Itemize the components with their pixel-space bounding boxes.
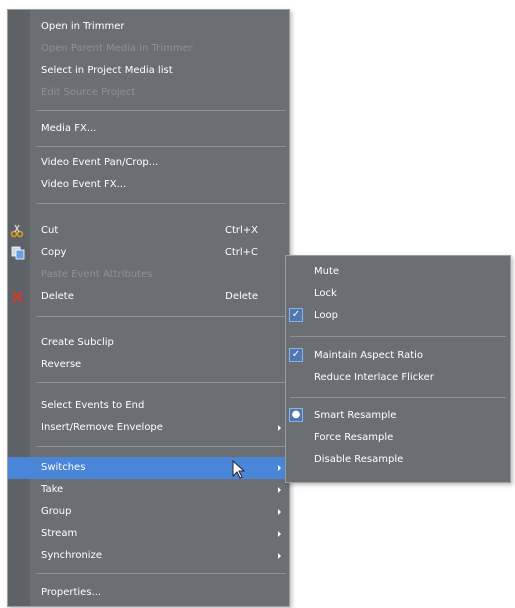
- submenu-arrow-icon: [278, 465, 281, 471]
- menu-separator: [36, 316, 286, 317]
- menu-item-select-in-project-media[interactable]: Select in Project Media list: [8, 60, 289, 82]
- menu-item-switches[interactable]: Switches: [8, 457, 289, 479]
- menu-item-label: Insert/Remove Envelope: [41, 422, 163, 433]
- menu-item-cut[interactable]: Cut Ctrl+X: [8, 220, 289, 242]
- menu-item-label: Delete: [41, 291, 74, 302]
- menu-item-label: Open Parent Media in Trimmer: [41, 43, 193, 54]
- menu-item-copy[interactable]: Copy Ctrl+C: [8, 242, 289, 264]
- delete-x-icon: [12, 291, 23, 303]
- menu-item-select-events-to-end[interactable]: Select Events to End: [8, 395, 289, 417]
- submenu-arrow-icon: [278, 425, 281, 431]
- context-menu: Open in Trimmer Open Parent Media in Tri…: [7, 9, 290, 607]
- checkmark-icon: ✓: [289, 348, 303, 362]
- menu-item-label: Video Event FX...: [41, 179, 127, 190]
- menu-separator: [36, 110, 286, 111]
- menu-item-paste-event-attributes: Paste Event Attributes: [8, 264, 289, 286]
- submenu-item-loop[interactable]: ✓ Loop: [286, 305, 510, 327]
- shortcut-label: Ctrl+X: [224, 225, 258, 236]
- menu-item-video-event-pan-crop[interactable]: Video Event Pan/Crop...: [8, 152, 289, 174]
- menu-item-label: Select in Project Media list: [41, 65, 173, 76]
- submenu-item-smart-resample[interactable]: ● Smart Resample: [286, 405, 510, 427]
- menu-item-label: Synchronize: [41, 550, 102, 561]
- menu-item-label: Open in Trimmer: [41, 21, 125, 32]
- submenu-arrow-icon: [278, 509, 281, 515]
- submenu-item-disable-resample[interactable]: Disable Resample: [286, 449, 510, 471]
- menu-item-label: Lock: [314, 288, 337, 299]
- mouse-cursor-icon: [232, 460, 246, 479]
- shortcut-label: Ctrl+C: [224, 247, 258, 258]
- submenu-item-reduce-interlace-flicker[interactable]: Reduce Interlace Flicker: [286, 367, 510, 389]
- menu-item-edit-source-project: Edit Source Project: [8, 82, 289, 104]
- menu-item-label: Disable Resample: [314, 454, 404, 465]
- menu-item-label: Stream: [41, 528, 78, 539]
- shortcut-label: Delete: [225, 291, 258, 302]
- menu-item-properties[interactable]: Properties...: [8, 582, 289, 604]
- menu-item-open-parent-media: Open Parent Media in Trimmer: [8, 38, 289, 60]
- menu-item-label: Reduce Interlace Flicker: [314, 372, 434, 383]
- menu-separator: [36, 203, 286, 204]
- menu-item-label: Media FX...: [41, 123, 97, 134]
- switches-submenu: Mute Lock ✓ Loop ✓ Maintain Aspect Ratio…: [285, 255, 511, 483]
- menu-item-label: Mute: [314, 266, 340, 277]
- menu-item-label: Properties...: [41, 587, 102, 598]
- radio-dot-icon: ●: [289, 408, 303, 422]
- menu-item-label: Reverse: [41, 359, 82, 370]
- menu-separator: [36, 146, 286, 147]
- menu-item-reverse[interactable]: Reverse: [8, 354, 289, 376]
- submenu-arrow-icon: [278, 531, 281, 537]
- menu-item-label: Create Subclip: [41, 337, 114, 348]
- submenu-item-force-resample[interactable]: Force Resample: [286, 427, 510, 449]
- menu-item-label: Paste Event Attributes: [41, 269, 153, 280]
- checkmark-icon: ✓: [289, 308, 303, 322]
- menu-item-synchronize[interactable]: Synchronize: [8, 545, 289, 567]
- submenu-arrow-icon: [278, 553, 281, 559]
- menu-item-create-subclip[interactable]: Create Subclip: [8, 332, 289, 354]
- menu-separator: [36, 382, 286, 383]
- menu-item-media-fx[interactable]: Media FX...: [8, 118, 289, 140]
- menu-item-group[interactable]: Group: [8, 501, 289, 523]
- menu-item-label: Video Event Pan/Crop...: [41, 157, 159, 168]
- menu-item-label: Loop: [314, 310, 338, 321]
- submenu-item-mute[interactable]: Mute: [286, 261, 510, 283]
- submenu-arrow-icon: [278, 487, 281, 493]
- menu-item-label: Edit Source Project: [41, 87, 136, 98]
- submenu-item-maintain-aspect-ratio[interactable]: ✓ Maintain Aspect Ratio: [286, 345, 510, 367]
- menu-item-label: Group: [41, 506, 72, 517]
- scissors-icon: [10, 224, 24, 238]
- menu-item-take[interactable]: Take: [8, 479, 289, 501]
- menu-separator: [36, 446, 286, 447]
- menu-item-stream[interactable]: Stream: [8, 523, 289, 545]
- menu-item-label: Copy: [41, 247, 67, 258]
- menu-item-insert-remove-envelope[interactable]: Insert/Remove Envelope: [8, 417, 289, 439]
- menu-item-delete[interactable]: Delete Delete: [8, 286, 289, 308]
- menu-item-label: Force Resample: [314, 432, 394, 443]
- submenu-item-lock[interactable]: Lock: [286, 283, 510, 305]
- menu-separator: [290, 336, 506, 337]
- copy-icon: [11, 246, 25, 260]
- menu-item-label: Switches: [41, 462, 86, 473]
- menu-item-label: Smart Resample: [314, 410, 397, 421]
- menu-item-open-in-trimmer[interactable]: Open in Trimmer: [8, 16, 289, 38]
- menu-item-label: Select Events to End: [41, 400, 145, 411]
- menu-separator: [36, 573, 286, 574]
- menu-separator: [290, 397, 506, 398]
- menu-item-label: Maintain Aspect Ratio: [314, 350, 424, 361]
- menu-item-label: Take: [41, 484, 64, 495]
- menu-item-label: Cut: [41, 225, 59, 236]
- menu-item-video-event-fx[interactable]: Video Event FX...: [8, 174, 289, 196]
